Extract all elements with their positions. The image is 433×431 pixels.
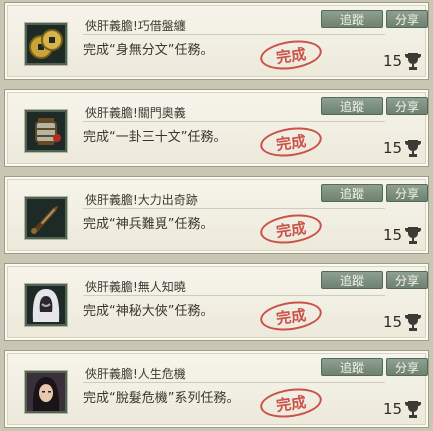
- trophy-icon: [405, 314, 422, 331]
- achievement-title: 俠肝義膽!巧借盤纏: [85, 19, 186, 33]
- achievement-title: 俠肝義膽!關門奧義: [85, 106, 186, 120]
- divider: [83, 382, 385, 383]
- achievement-description: 完成“神秘大俠”任務。: [83, 304, 214, 319]
- achievement-title: 俠肝義膽!無人知曉: [85, 280, 186, 294]
- track-button[interactable]: 追蹤: [321, 97, 383, 115]
- share-button[interactable]: 分享: [386, 184, 428, 202]
- share-button[interactable]: 分享: [386, 271, 428, 289]
- share-button[interactable]: 分享: [386, 97, 428, 115]
- trophy-icon: [405, 140, 422, 157]
- achievement-card: 俠肝義膽!無人知曉 完成“神秘大俠”任務。 追蹤 分享 完成 15: [4, 263, 429, 341]
- share-button[interactable]: 分享: [386, 358, 428, 376]
- completed-stamp: 完成: [258, 36, 324, 74]
- divider: [83, 34, 385, 35]
- achievement-list: 俠肝義膽!巧借盤纏 完成“身無分文”任務。 追蹤 分享 完成 15 俠肝義膽!關…: [0, 0, 433, 431]
- completed-stamp: 完成: [258, 384, 324, 422]
- completed-stamp: 完成: [258, 210, 324, 248]
- achievement-description: 完成“神兵難覓”任務。: [83, 217, 214, 232]
- coins-icon: [25, 23, 67, 65]
- divider: [83, 295, 385, 296]
- sword-icon: [25, 197, 67, 239]
- trophy-icon: [405, 401, 422, 418]
- completed-stamp: 完成: [258, 123, 324, 161]
- character-portrait-icon: [25, 371, 67, 413]
- achievement-points: 15: [383, 138, 422, 158]
- achievement-description: 完成“一卦三十文”任務。: [83, 130, 227, 145]
- achievement-points: 15: [383, 312, 422, 332]
- achievement-card: 俠肝義膽!人生危機 完成“脫髮危機”系列任務。 追蹤 分享 完成 15: [4, 350, 429, 428]
- achievement-title: 俠肝義膽!人生危機: [85, 367, 186, 381]
- achievement-description: 完成“身無分文”任務。: [83, 43, 214, 58]
- divider: [83, 208, 385, 209]
- achievement-card: 俠肝義膽!大力出奇跡 完成“神兵難覓”任務。 追蹤 分享 完成 15: [4, 176, 429, 254]
- track-button[interactable]: 追蹤: [321, 10, 383, 28]
- track-button[interactable]: 追蹤: [321, 358, 383, 376]
- achievement-points: 15: [383, 399, 422, 419]
- trophy-icon: [405, 53, 422, 70]
- achievement-points: 15: [383, 51, 422, 71]
- achievement-card: 俠肝義膽!關門奧義 完成“一卦三十文”任務。 追蹤 分享 完成 15: [4, 89, 429, 167]
- achievement-title: 俠肝義膽!大力出奇跡: [85, 193, 198, 207]
- achievement-description: 完成“脫髮危機”系列任務。: [83, 391, 240, 406]
- points-value: 15: [383, 226, 403, 244]
- achievement-card: 俠肝義膽!巧借盤纏 完成“身無分文”任務。 追蹤 分享 完成 15: [4, 2, 429, 80]
- points-value: 15: [383, 313, 403, 331]
- track-button[interactable]: 追蹤: [321, 271, 383, 289]
- trophy-icon: [405, 227, 422, 244]
- track-button[interactable]: 追蹤: [321, 184, 383, 202]
- lantern-icon: [25, 110, 67, 152]
- points-value: 15: [383, 139, 403, 157]
- completed-stamp: 完成: [258, 297, 324, 335]
- divider: [83, 121, 385, 122]
- points-value: 15: [383, 400, 403, 418]
- hooded-figure-icon: [25, 284, 67, 326]
- share-button[interactable]: 分享: [386, 10, 428, 28]
- points-value: 15: [383, 52, 403, 70]
- achievement-points: 15: [383, 225, 422, 245]
